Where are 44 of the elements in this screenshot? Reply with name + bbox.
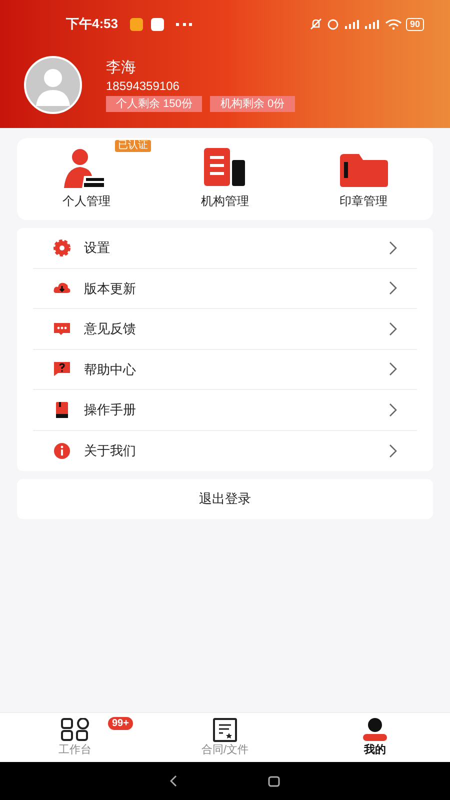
info-icon	[53, 442, 71, 460]
status-time: 下午4:53	[66, 15, 118, 34]
app-icon	[130, 18, 144, 30]
building-icon	[202, 148, 248, 188]
back-icon[interactable]	[170, 775, 178, 787]
verified-badge: 已认证	[115, 140, 151, 152]
gear-icon	[53, 238, 71, 257]
help-icon	[53, 360, 71, 378]
menu-item[interactable]: 版本更新	[33, 268, 417, 309]
menu-item[interactable]: 设置	[33, 228, 417, 268]
home-icon[interactable]	[268, 776, 280, 786]
chevron-icon	[389, 444, 397, 458]
chevron-icon	[389, 362, 397, 376]
tab-item[interactable]: 我的	[300, 713, 450, 762]
menu-item[interactable]: 帮助中心	[33, 350, 417, 390]
chevron-icon	[389, 402, 397, 417]
user-name: 李海	[106, 58, 137, 76]
chevron-icon	[389, 281, 397, 296]
signal-icon	[344, 18, 359, 30]
battery-indicator: 90	[406, 18, 424, 30]
quota-tag: 个人剩余 150份	[106, 96, 202, 112]
tab-item[interactable]: 合同/文件	[150, 713, 300, 762]
grid-icon	[61, 718, 89, 742]
chevron-icon	[389, 240, 397, 255]
shortcut-item[interactable]: 机构管理	[156, 140, 294, 210]
menu-item[interactable]: 关于我们	[33, 430, 417, 471]
book-icon	[53, 400, 71, 419]
tab-item[interactable]: 99+ 工作台	[0, 713, 150, 762]
folder-icon	[338, 152, 389, 188]
logout-button[interactable]: 退出登录	[17, 479, 433, 519]
quota-tag: 机构剩余 0份	[210, 96, 295, 112]
phone-number: 18594359106	[106, 78, 180, 94]
document-icon	[213, 718, 237, 742]
shortcut-item[interactable]: 已认证 个人管理	[17, 140, 156, 210]
shortcut-item[interactable]: 印章管理	[294, 144, 434, 210]
person-icon	[362, 718, 388, 742]
more-icon	[176, 22, 192, 26]
wifi-icon	[384, 18, 402, 30]
count-badge: 99+	[108, 717, 133, 730]
menu-item[interactable]: 意见反馈	[33, 309, 417, 350]
signal-icon	[364, 18, 379, 30]
menu-item[interactable]: 操作手册	[33, 390, 417, 430]
mute-icon	[310, 18, 322, 30]
chevron-icon	[389, 322, 397, 336]
